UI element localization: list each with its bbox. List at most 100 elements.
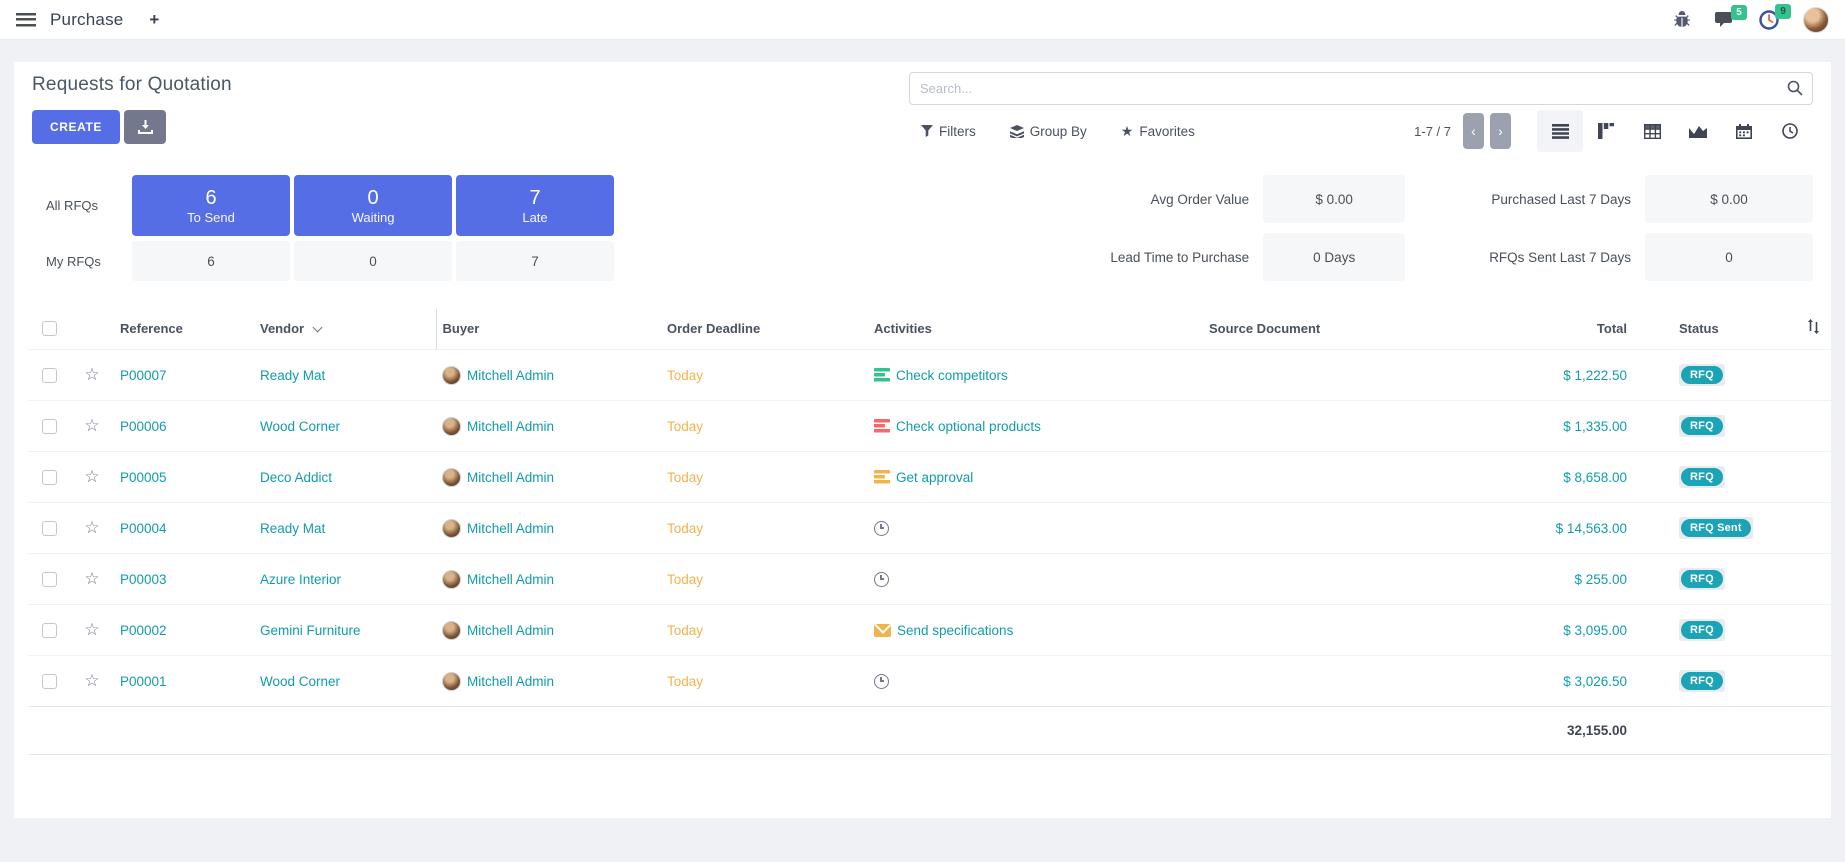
vendor-link[interactable]: Ready Mat <box>260 521 325 536</box>
group-by-button[interactable]: Group By <box>1010 124 1087 139</box>
row-checkbox[interactable] <box>42 572 57 587</box>
my-waiting-card[interactable]: 0 <box>294 241 452 281</box>
table-row[interactable]: ☆ P00006 Wood Corner Mitchell Admin Toda… <box>28 401 1831 452</box>
debug-bug-icon[interactable] <box>1673 11 1691 29</box>
favorite-star-icon[interactable]: ☆ <box>84 365 99 384</box>
activity-tasks-icon[interactable] <box>874 419 890 433</box>
reference-link[interactable]: P00006 <box>120 419 167 434</box>
header-total[interactable]: Total <box>1458 309 1633 350</box>
select-all-checkbox[interactable] <box>42 321 57 336</box>
favorite-star-icon[interactable]: ☆ <box>84 671 99 690</box>
favorite-star-icon[interactable]: ☆ <box>84 620 99 639</box>
header-buyer[interactable]: Buyer <box>436 309 661 350</box>
table-row[interactable]: ☆ P00001 Wood Corner Mitchell Admin Toda… <box>28 656 1831 707</box>
my-to-send-card[interactable]: 6 <box>132 241 290 281</box>
table-row[interactable]: ☆ P00004 Ready Mat Mitchell Admin Today … <box>28 503 1831 554</box>
activity-label[interactable]: Send specifications <box>897 623 1013 638</box>
pager-previous-button[interactable]: ‹ <box>1463 113 1484 149</box>
search-bar <box>909 72 1813 105</box>
buyer-name[interactable]: Mitchell Admin <box>467 572 554 587</box>
activity-label[interactable]: Get approval <box>896 470 973 485</box>
header-activities[interactable]: Activities <box>868 309 1203 350</box>
kanban-view-button[interactable] <box>1583 110 1629 152</box>
messages-icon[interactable]: 5 <box>1715 11 1735 29</box>
activity-clock-icon[interactable] <box>874 572 889 587</box>
buyer-name[interactable]: Mitchell Admin <box>467 419 554 434</box>
reference-link[interactable]: P00001 <box>120 674 167 689</box>
graph-view-button[interactable] <box>1675 110 1721 152</box>
row-checkbox[interactable] <box>42 419 57 434</box>
reference-link[interactable]: P00003 <box>120 572 167 587</box>
search-icon[interactable] <box>1787 80 1803 96</box>
calendar-view-icon <box>1736 124 1752 139</box>
favorite-star-icon[interactable]: ☆ <box>84 467 99 486</box>
user-avatar[interactable] <box>1803 7 1829 33</box>
favorite-star-icon[interactable]: ☆ <box>84 416 99 435</box>
favorite-star-icon[interactable]: ☆ <box>84 569 99 588</box>
vendor-link[interactable]: Ready Mat <box>260 368 325 383</box>
favorites-button[interactable]: ★ Favorites <box>1121 123 1195 140</box>
avg-order-value-label: Avg Order Value <box>1110 192 1249 207</box>
header-reference[interactable]: Reference <box>114 309 254 350</box>
activity-label[interactable]: Check optional products <box>896 419 1041 434</box>
pivot-view-button[interactable] <box>1629 110 1675 152</box>
new-tab-button[interactable]: + <box>149 10 159 30</box>
vendor-link[interactable]: Wood Corner <box>260 419 340 434</box>
vendor-link[interactable]: Deco Addict <box>260 470 332 485</box>
optional-columns-button[interactable] <box>1789 309 1831 350</box>
favorite-star-icon[interactable]: ☆ <box>84 518 99 537</box>
pager-next-button[interactable]: › <box>1490 113 1511 149</box>
filters-button[interactable]: Filters <box>921 124 976 139</box>
to-send-card[interactable]: 6 To Send <box>132 175 290 236</box>
header-order-deadline[interactable]: Order Deadline <box>661 309 868 350</box>
menu-toggle-icon[interactable] <box>16 13 36 27</box>
activity-envelope-icon[interactable] <box>874 624 891 637</box>
activity-tasks-icon[interactable] <box>874 368 890 382</box>
header-vendor[interactable]: Vendor <box>254 309 436 350</box>
status-pill: RFQ <box>1681 468 1723 486</box>
table-row[interactable]: ☆ P00003 Azure Interior Mitchell Admin T… <box>28 554 1831 605</box>
waiting-card[interactable]: 0 Waiting <box>294 175 452 236</box>
table-row[interactable]: ☆ P00005 Deco Addict Mitchell Admin Toda… <box>28 452 1831 503</box>
activity-label[interactable]: Check competitors <box>896 368 1008 383</box>
activity-tasks-icon[interactable] <box>874 470 890 484</box>
vendor-link[interactable]: Azure Interior <box>260 572 341 587</box>
app-name[interactable]: Purchase <box>50 10 123 30</box>
reference-link[interactable]: P00005 <box>120 470 167 485</box>
buyer-name[interactable]: Mitchell Admin <box>467 368 554 383</box>
row-checkbox[interactable] <box>42 623 57 638</box>
row-checkbox[interactable] <box>42 521 57 536</box>
late-card[interactable]: 7 Late <box>456 175 614 236</box>
row-checkbox[interactable] <box>42 470 57 485</box>
row-checkbox[interactable] <box>42 368 57 383</box>
reference-link[interactable]: P00007 <box>120 368 167 383</box>
reference-link[interactable]: P00004 <box>120 521 167 536</box>
table-row[interactable]: ☆ P00007 Ready Mat Mitchell Admin Today … <box>28 350 1831 401</box>
purchased-last7-label: Purchased Last 7 Days <box>1489 192 1631 207</box>
my-late-card[interactable]: 7 <box>456 241 614 281</box>
vendor-link[interactable]: Wood Corner <box>260 674 340 689</box>
buyer-name[interactable]: Mitchell Admin <box>467 470 554 485</box>
export-button[interactable] <box>124 110 166 144</box>
activity-clock-icon[interactable] <box>874 674 889 689</box>
create-button[interactable]: CREATE <box>32 110 120 144</box>
buyer-name[interactable]: Mitchell Admin <box>467 674 554 689</box>
search-input[interactable] <box>909 72 1813 105</box>
layers-icon <box>1010 125 1024 138</box>
header-source-document[interactable]: Source Document <box>1203 309 1458 350</box>
buyer-avatar <box>442 570 461 589</box>
to-send-caption: To Send <box>187 210 235 225</box>
list-view-button[interactable] <box>1537 110 1583 152</box>
activities-clock-icon[interactable]: 9 <box>1759 10 1779 30</box>
row-checkbox[interactable] <box>42 674 57 689</box>
buyer-name[interactable]: Mitchell Admin <box>467 521 554 536</box>
vendor-link[interactable]: Gemini Furniture <box>260 623 361 638</box>
waiting-caption: Waiting <box>352 210 395 225</box>
activity-view-button[interactable] <box>1767 110 1813 152</box>
header-status[interactable]: Status <box>1673 309 1789 350</box>
reference-link[interactable]: P00002 <box>120 623 167 638</box>
calendar-view-button[interactable] <box>1721 110 1767 152</box>
table-row[interactable]: ☆ P00002 Gemini Furniture Mitchell Admin… <box>28 605 1831 656</box>
activity-clock-icon[interactable] <box>874 521 889 536</box>
buyer-name[interactable]: Mitchell Admin <box>467 623 554 638</box>
